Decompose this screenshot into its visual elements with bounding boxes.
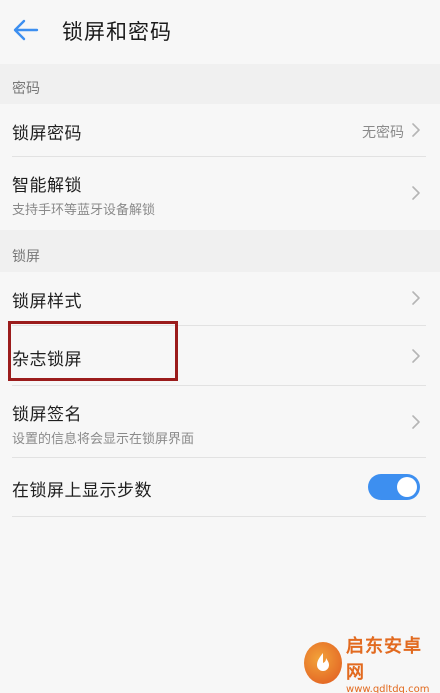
lockscreen-signature-label: 锁屏签名 [12, 405, 82, 425]
chevron-right-icon [412, 415, 420, 429]
watermark-url: www.qdltdq.com [346, 683, 430, 693]
section-label-lockscreen: 锁屏 [12, 249, 40, 265]
chevron-right-icon [412, 349, 420, 363]
watermark-logo-icon [304, 642, 343, 684]
section-header-lockscreen: 锁屏 [0, 230, 440, 272]
lock-password-row[interactable]: 锁屏密码 无密码 [0, 104, 440, 156]
back-button[interactable] [10, 14, 42, 46]
settings-page: 锁屏和密码 密码 锁屏密码 无密码 智能解锁 支持手环等蓝牙设备解锁 锁屏 锁屏… [0, 0, 440, 693]
smart-unlock-subtitle: 支持手环等蓝牙设备解锁 [12, 203, 156, 218]
toggle-knob [397, 477, 417, 497]
arrow-left-icon [13, 19, 39, 41]
show-steps-row: 在锁屏上显示步数 [0, 458, 440, 516]
app-bar: 锁屏和密码 [0, 0, 440, 60]
section-label-password: 密码 [12, 81, 40, 97]
chevron-right-icon [412, 186, 420, 200]
lockscreen-signature-row[interactable]: 锁屏签名 设置的信息将会显示在锁屏界面 [0, 386, 440, 456]
magazine-lockscreen-label: 杂志锁屏 [12, 350, 82, 370]
lock-password-label: 锁屏密码 [12, 124, 82, 144]
smart-unlock-label: 智能解锁 [12, 176, 82, 196]
lockscreen-signature-subtitle: 设置的信息将会显示在锁屏界面 [12, 432, 195, 447]
watermark-text: 启东安卓网 www.qdltdq.com [346, 632, 432, 693]
flame-icon [317, 653, 329, 671]
chevron-right-icon [412, 123, 420, 137]
section-header-password: 密码 [0, 64, 440, 104]
lockscreen-style-row[interactable]: 锁屏样式 [0, 272, 440, 324]
magazine-lockscreen-row[interactable]: 杂志锁屏 [0, 326, 440, 384]
lockscreen-style-label: 锁屏样式 [12, 292, 82, 312]
lock-password-value: 无密码 [362, 125, 404, 141]
watermark: 启东安卓网 www.qdltdq.com [304, 636, 432, 693]
page-title: 锁屏和密码 [62, 20, 172, 44]
chevron-right-icon [412, 291, 420, 305]
show-steps-label: 在锁屏上显示步数 [12, 481, 152, 501]
divider [12, 516, 426, 517]
smart-unlock-row[interactable]: 智能解锁 支持手环等蓝牙设备解锁 [0, 157, 440, 227]
watermark-title: 启东安卓网 [346, 635, 423, 683]
show-steps-toggle[interactable] [368, 474, 420, 500]
